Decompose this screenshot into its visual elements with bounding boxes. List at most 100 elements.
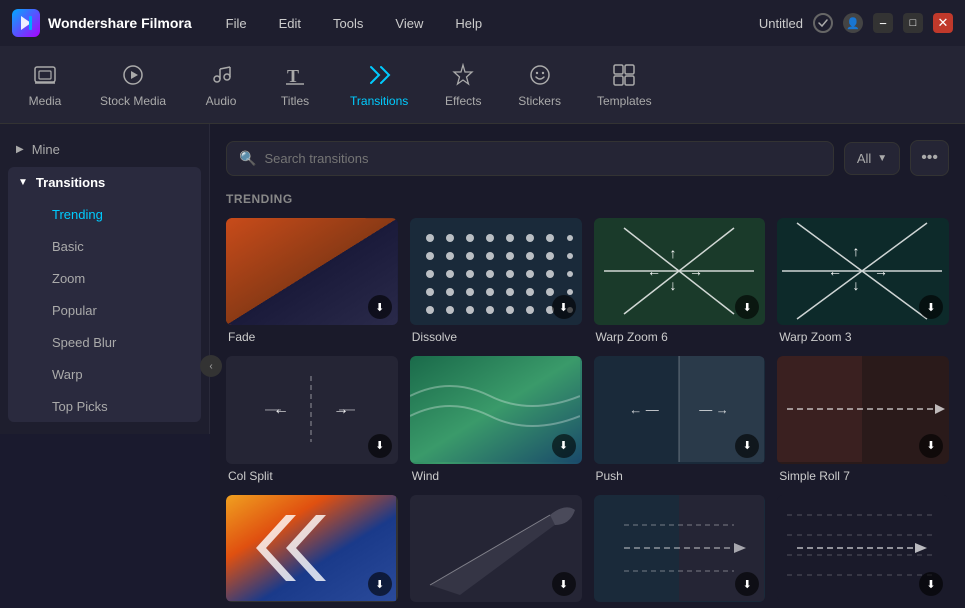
sidebar-item-speed-blur[interactable]: Speed Blur	[16, 327, 193, 358]
audio-icon	[208, 62, 234, 88]
dissolve-thumbnail: ⬇	[410, 218, 582, 325]
transitions-icon	[366, 62, 392, 88]
menu-right: Untitled 👤 − □ ✕	[759, 13, 953, 33]
erase-download-icon[interactable]: ⬇	[919, 572, 943, 596]
transitions-label: Transitions	[350, 94, 408, 108]
stickers-icon	[527, 62, 553, 88]
transition-item-linear-14[interactable]: ⬇ Linear 14	[226, 495, 398, 608]
svg-text:↓: ↓	[669, 277, 676, 293]
toolbar: Media Stock Media Audio T	[0, 46, 965, 124]
svg-text:←: ←	[647, 263, 661, 279]
toolbar-titles[interactable]: T Titles	[260, 54, 330, 116]
transition-item-warp-zoom-3[interactable]: ↑ ↓ ← → ⬇ Warp Zoom 3	[777, 218, 949, 344]
svg-text:—: —	[339, 401, 355, 418]
toolbar-media[interactable]: Media	[10, 54, 80, 116]
simple-roll-7-thumbnail: ⬇	[777, 356, 949, 463]
svg-text:↓: ↓	[853, 277, 860, 293]
col-split-download-icon[interactable]: ⬇	[368, 434, 392, 458]
sidebar-item-zoom[interactable]: Zoom	[16, 263, 193, 294]
menu-help[interactable]: Help	[449, 12, 488, 35]
page-curl-download-icon[interactable]: ⬇	[552, 572, 576, 596]
filter-label: All	[857, 151, 871, 166]
svg-text:→: →	[689, 263, 703, 279]
transition-item-erase[interactable]: ⬇ Erase	[777, 495, 949, 608]
push-thumbnail: ← — — → ⬇	[594, 356, 766, 463]
project-name: Untitled	[759, 16, 803, 31]
wind-name: Wind	[410, 469, 582, 483]
media-icon	[32, 62, 58, 88]
window-maximize[interactable]: □	[903, 13, 923, 33]
app-logo: Wondershare Filmora	[12, 9, 192, 37]
warp-zoom-3-name: Warp Zoom 3	[777, 330, 949, 344]
trending-section-label: TRENDING	[226, 192, 949, 206]
linear-14-download-icon[interactable]: ⬇	[368, 572, 392, 596]
sidebar-item-basic[interactable]: Basic	[16, 231, 193, 262]
menu-edit[interactable]: Edit	[273, 12, 307, 35]
erase-thumbnail: ⬇	[777, 495, 949, 602]
toolbar-audio[interactable]: Audio	[186, 54, 256, 116]
wind-download-icon[interactable]: ⬇	[552, 434, 576, 458]
svg-text:↑: ↑	[669, 245, 676, 261]
filter-button[interactable]: All ▼	[844, 142, 900, 175]
effects-icon	[450, 62, 476, 88]
main-content: ▶ Mine ▼ Transitions Trending Basic Zoom	[0, 124, 965, 608]
sidebar-item-warp[interactable]: Warp	[16, 359, 193, 390]
more-options-button[interactable]: •••	[910, 140, 949, 176]
transitions-grid: ⬇ Fade	[226, 218, 949, 608]
menu-view[interactable]: View	[389, 12, 429, 35]
push-name: Push	[594, 469, 766, 483]
toolbar-effects[interactable]: Effects	[428, 54, 498, 116]
svg-text:←: ←	[828, 263, 842, 279]
dissolve-download-icon[interactable]: ⬇	[552, 295, 576, 319]
sidebar-item-mine[interactable]: ▶ Mine	[0, 134, 209, 165]
simple-roll-7-download-icon[interactable]: ⬇	[919, 434, 943, 458]
sidebar-transitions-header[interactable]: ▼ Transitions	[8, 167, 201, 198]
menu-tools[interactable]: Tools	[327, 12, 369, 35]
effects-label: Effects	[445, 94, 481, 108]
search-icon: 🔍	[239, 150, 256, 167]
window-close[interactable]: ✕	[933, 13, 953, 33]
linear-14-thumbnail: ⬇	[226, 495, 398, 602]
user-avatar[interactable]: 👤	[843, 13, 863, 33]
search-input[interactable]	[264, 151, 820, 166]
audio-label: Audio	[206, 94, 237, 108]
transition-item-warp-zoom-6[interactable]: ↑ ↓ ← → ⬇ Warp Zoom 6	[594, 218, 766, 344]
toolbar-stickers[interactable]: Stickers	[502, 54, 577, 116]
sidebar-item-trending[interactable]: Trending	[16, 199, 193, 230]
sidebar-collapse-button[interactable]: ‹	[200, 355, 222, 377]
page-curl-thumbnail: ⬇	[410, 495, 582, 602]
search-bar: 🔍 All ▼ •••	[226, 140, 949, 176]
transition-item-col-split[interactable]: ← — → — ⬇ Col Split	[226, 356, 398, 482]
titles-icon: T	[282, 62, 308, 88]
push-download-icon[interactable]: ⬇	[735, 434, 759, 458]
transition-item-page-curl[interactable]: ⬇ Page Curl	[410, 495, 582, 608]
save-status-icon	[813, 13, 833, 33]
sidebar-item-top-picks[interactable]: Top Picks	[16, 391, 193, 422]
search-input-wrapper: 🔍	[226, 141, 834, 176]
toolbar-stock-media[interactable]: Stock Media	[84, 54, 182, 116]
col-split-thumbnail: ← — → — ⬇	[226, 356, 398, 463]
transition-item-erase-slide[interactable]: ⬇ Erase Slide	[594, 495, 766, 608]
svg-text:T: T	[287, 66, 299, 86]
titles-label: Titles	[281, 94, 309, 108]
transition-item-simple-roll-7[interactable]: ⬇ Simple Roll 7	[777, 356, 949, 482]
transitions-section-label: Transitions	[36, 175, 105, 190]
toolbar-transitions[interactable]: Transitions	[334, 54, 424, 116]
sidebar-wrapper: ▶ Mine ▼ Transitions Trending Basic Zoom	[0, 124, 210, 608]
transition-item-push[interactable]: ← — — → ⬇ Push	[594, 356, 766, 482]
templates-label: Templates	[597, 94, 652, 108]
transition-item-dissolve[interactable]: ⬇ Dissolve	[410, 218, 582, 344]
templates-icon	[611, 62, 637, 88]
transition-item-wind[interactable]: ⬇ Wind	[410, 356, 582, 482]
menu-bar: Wondershare Filmora File Edit Tools View…	[0, 0, 965, 46]
media-label: Media	[29, 94, 62, 108]
transition-item-fade[interactable]: ⬇ Fade	[226, 218, 398, 344]
window-minimize[interactable]: −	[873, 13, 893, 33]
fade-download-icon[interactable]: ⬇	[368, 295, 392, 319]
menu-file[interactable]: File	[220, 12, 253, 35]
sidebar-transitions-section: ▼ Transitions Trending Basic Zoom Popula…	[8, 167, 201, 422]
fade-thumbnail: ⬇	[226, 218, 398, 325]
svg-text:→: →	[874, 263, 888, 279]
toolbar-templates[interactable]: Templates	[581, 54, 668, 116]
sidebar-item-popular[interactable]: Popular	[16, 295, 193, 326]
